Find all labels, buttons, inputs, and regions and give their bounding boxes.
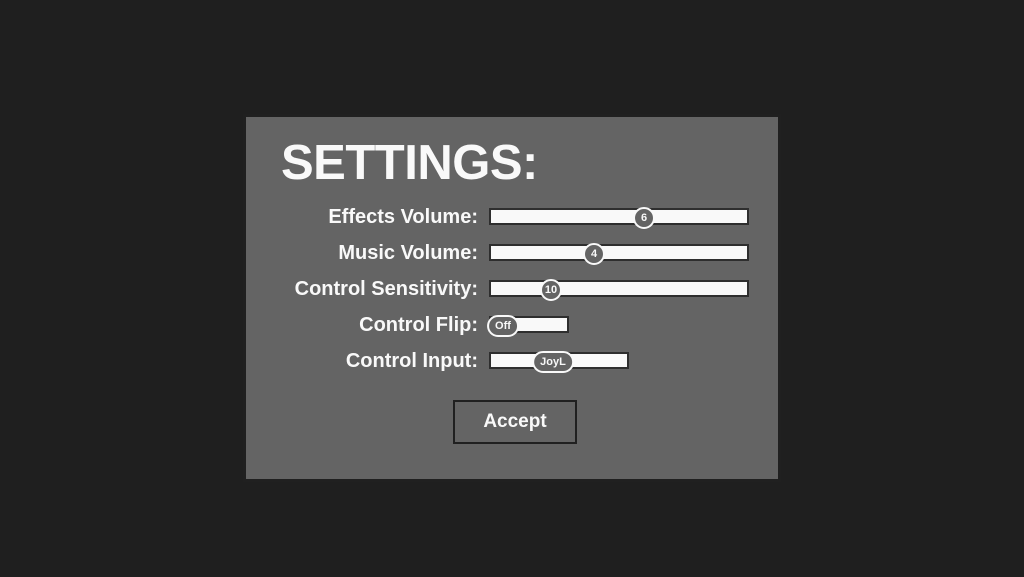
slider-music-volume[interactable]: 4: [489, 244, 749, 261]
slider-control-sensitivity[interactable]: 10: [489, 280, 749, 297]
slider-effects-volume[interactable]: 6: [489, 208, 749, 225]
toggle-control-flip[interactable]: Off: [489, 316, 569, 333]
row-control-flip: Control Flip: Off: [246, 314, 778, 340]
label-music-volume: Music Volume:: [338, 242, 478, 265]
label-control-flip: Control Flip:: [359, 314, 478, 337]
selector-knob-input[interactable]: JoyL: [532, 351, 574, 373]
label-control-sensitivity: Control Sensitivity:: [295, 278, 478, 301]
label-control-input: Control Input:: [346, 350, 478, 373]
slider-knob-sensitivity[interactable]: 10: [540, 279, 562, 301]
page-title: SETTINGS:: [281, 135, 538, 191]
row-control-input: Control Input: JoyL: [246, 350, 778, 376]
row-control-sensitivity: Control Sensitivity: 10: [246, 278, 778, 304]
slider-knob-effects[interactable]: 6: [633, 207, 655, 229]
row-effects-volume: Effects Volume: 6: [246, 206, 778, 232]
row-music-volume: Music Volume: 4: [246, 242, 778, 268]
label-effects-volume: Effects Volume:: [328, 206, 478, 229]
toggle-knob-flip[interactable]: Off: [487, 315, 519, 337]
settings-panel: SETTINGS: Effects Volume: 6 Music Volume…: [243, 114, 781, 482]
accept-button[interactable]: Accept: [453, 400, 577, 444]
slider-knob-music[interactable]: 4: [583, 243, 605, 265]
selector-control-input[interactable]: JoyL: [489, 352, 629, 369]
